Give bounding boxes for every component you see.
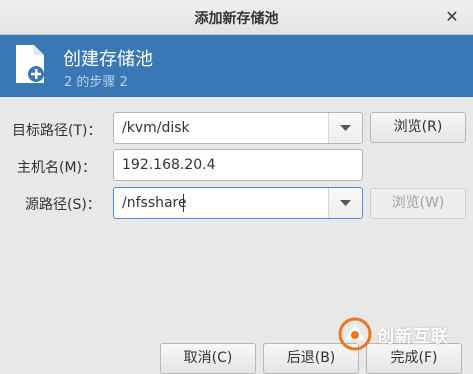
window-titlebar: 添加新存储池 ✕ [0,0,473,35]
target-path-combo[interactable]: /kvm/disk [113,112,363,144]
browse-target-button[interactable]: 浏览(R) [370,112,466,143]
watermark: 创新互联 [335,316,470,352]
wizard-banner: 创建存储池 2 的步骤 2 [0,35,473,97]
target-path-value: /kvm/disk [122,120,190,136]
target-path-label: 目标路径(T)： [12,123,102,139]
chuangxin-hulian-logo [338,317,372,351]
source-path-value: /nfsshare [122,195,187,211]
window-title: 添加新存储池 [194,11,279,27]
close-icon[interactable]: ✕ [441,6,463,28]
browse-source-button[interactable]: 浏览(W) [370,188,466,219]
hostname-value: 192.168.20.4 [122,157,216,173]
text-cursor [183,194,184,212]
source-path-label: 源路径(S)： [25,197,101,213]
chevron-down-icon[interactable] [329,188,362,218]
watermark-text: 创新互联 [377,327,449,347]
hostname-label: 主机名(M)： [17,160,97,176]
cancel-button[interactable]: 取消(C) [160,343,256,374]
wizard-heading: 创建存储池 [63,49,153,70]
chevron-down-icon[interactable] [329,113,362,143]
hostname-field[interactable]: 192.168.20.4 [113,149,363,181]
source-path-combo[interactable]: /nfsshare [113,187,363,219]
wizard-step: 2 的步骤 2 [64,75,128,90]
new-document-icon [16,45,44,83]
